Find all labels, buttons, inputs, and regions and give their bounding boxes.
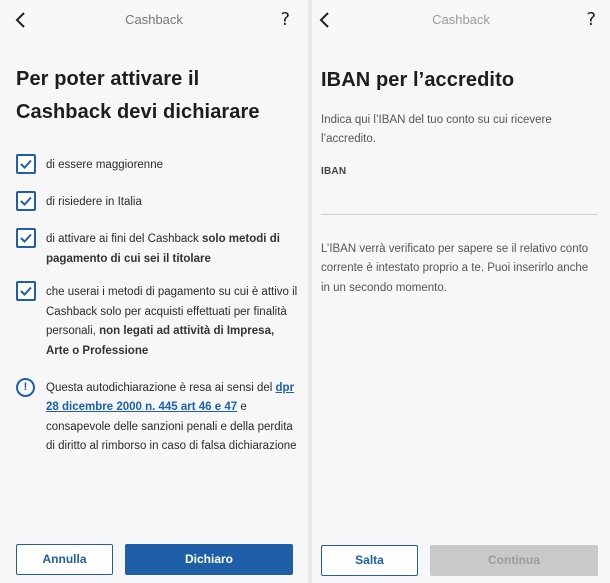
screen-title: Cashback [125, 12, 183, 27]
top-bar: Cashback ? [312, 0, 610, 42]
check-icon [20, 233, 32, 243]
iban-description: Indica qui l’IBAN del tuo conto su cui r… [321, 114, 552, 145]
iban-label: IBAN [321, 166, 347, 177]
check-icon [20, 196, 32, 206]
left-screen: Cashback ? Per poter attivare il Cashbac… [0, 0, 308, 583]
iban-input[interactable] [321, 184, 598, 215]
declaration-text-plain: di attivare ai fini del Cashback [46, 233, 202, 245]
checkbox-residence[interactable] [16, 191, 36, 211]
continue-button[interactable]: Continua [430, 545, 598, 576]
help-icon[interactable]: ? [280, 9, 290, 30]
help-icon[interactable]: ? [586, 9, 596, 30]
confirm-button[interactable]: Dichiaro [125, 544, 293, 575]
top-bar: Cashback ? [0, 0, 308, 42]
declaration-text: di essere maggiorenne [46, 159, 163, 171]
iban-note: L’IBAN verrà verificato per sapere se il… [321, 243, 589, 294]
notice-text: Questa autodichiarazione è resa ai sensi… [46, 379, 300, 456]
right-screen: Cashback ? IBAN per l’accredito Indica q… [312, 0, 610, 583]
skip-button[interactable]: Salta [321, 545, 418, 576]
info-icon: ! [16, 378, 35, 397]
declaration-text: che userai i metodi di pagamento su cui … [46, 283, 298, 361]
check-icon [20, 159, 32, 169]
checkbox-adult[interactable] [16, 154, 36, 174]
check-icon [20, 286, 32, 296]
declaration-text: di risiedere in Italia [46, 196, 142, 208]
cancel-button[interactable]: Annulla [16, 544, 113, 575]
notice-text-before: Questa autodichiarazione è resa ai sensi… [46, 382, 276, 394]
checkbox-payment-owner[interactable] [16, 228, 36, 248]
screen-title: Cashback [432, 12, 490, 27]
page-heading: IBAN per l’accredito [321, 69, 515, 91]
declaration-text: di attivare ai fini del Cashback solo me… [46, 230, 298, 269]
checkbox-personal-use[interactable] [16, 281, 36, 301]
page-heading: Per poter attivare il Cashback devi dich… [16, 68, 260, 123]
